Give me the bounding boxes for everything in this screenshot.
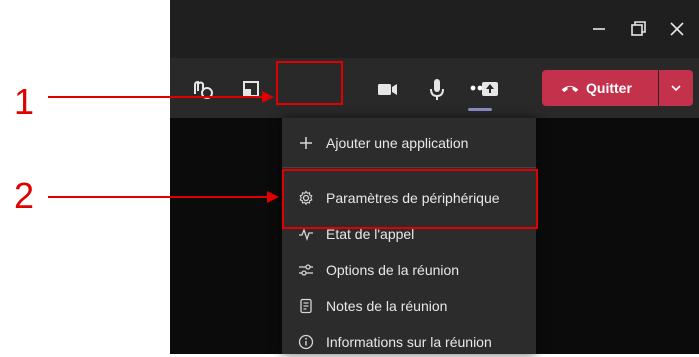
plus-icon <box>298 135 314 151</box>
share-screen-icon <box>482 82 498 96</box>
menu-item-label: Options de la réunion <box>326 262 460 278</box>
menu-item-meeting-info[interactable]: Informations sur la réunion <box>282 327 536 357</box>
menu-item-label: Ajouter une application <box>326 135 469 151</box>
leave-options-dropdown[interactable] <box>659 70 693 106</box>
close-icon <box>670 22 684 36</box>
callout-number-2: 2 <box>14 175 35 216</box>
leave-meeting-label: Quitter <box>586 80 632 96</box>
menu-divider <box>282 167 536 168</box>
share-screen-button[interactable] <box>473 72 507 106</box>
info-icon <box>298 334 314 350</box>
minimize-button[interactable] <box>588 18 610 40</box>
title-bar <box>170 0 699 58</box>
more-actions-menu: Ajouter une application Paramètres de pé… <box>282 118 536 354</box>
minimize-icon <box>593 28 605 30</box>
microphone-icon <box>430 79 444 100</box>
sliders-icon <box>298 262 314 278</box>
callout-arrow-2 <box>48 196 268 198</box>
reactions-icon <box>194 80 213 99</box>
hang-up-icon <box>561 85 579 93</box>
restore-icon <box>631 21 646 36</box>
active-indicator <box>468 108 492 111</box>
callout-box-1 <box>276 61 343 105</box>
note-icon <box>298 298 314 314</box>
reactions-button[interactable] <box>186 72 220 106</box>
close-button[interactable] <box>666 18 688 40</box>
callout-arrowhead-2 <box>267 191 279 203</box>
callout-arrow-1 <box>48 96 263 98</box>
chevron-down-icon <box>671 85 681 92</box>
menu-item-label: Notes de la réunion <box>326 298 448 314</box>
menu-item-meeting-notes[interactable]: Notes de la réunion <box>282 291 536 321</box>
menu-item-label: Informations sur la réunion <box>326 334 492 350</box>
callout-box-2 <box>282 169 538 229</box>
callout-number-1: 1 <box>14 81 35 122</box>
menu-item-meeting-options[interactable]: Options de la réunion <box>282 255 536 285</box>
leave-meeting-button[interactable]: Quitter <box>542 70 658 106</box>
camera-icon <box>378 84 397 95</box>
menu-item-add-app[interactable]: Ajouter une application <box>282 128 536 158</box>
microphone-button[interactable] <box>420 72 454 106</box>
camera-button[interactable] <box>370 72 404 106</box>
restore-button[interactable] <box>627 18 649 40</box>
callout-arrowhead-1 <box>262 91 274 103</box>
